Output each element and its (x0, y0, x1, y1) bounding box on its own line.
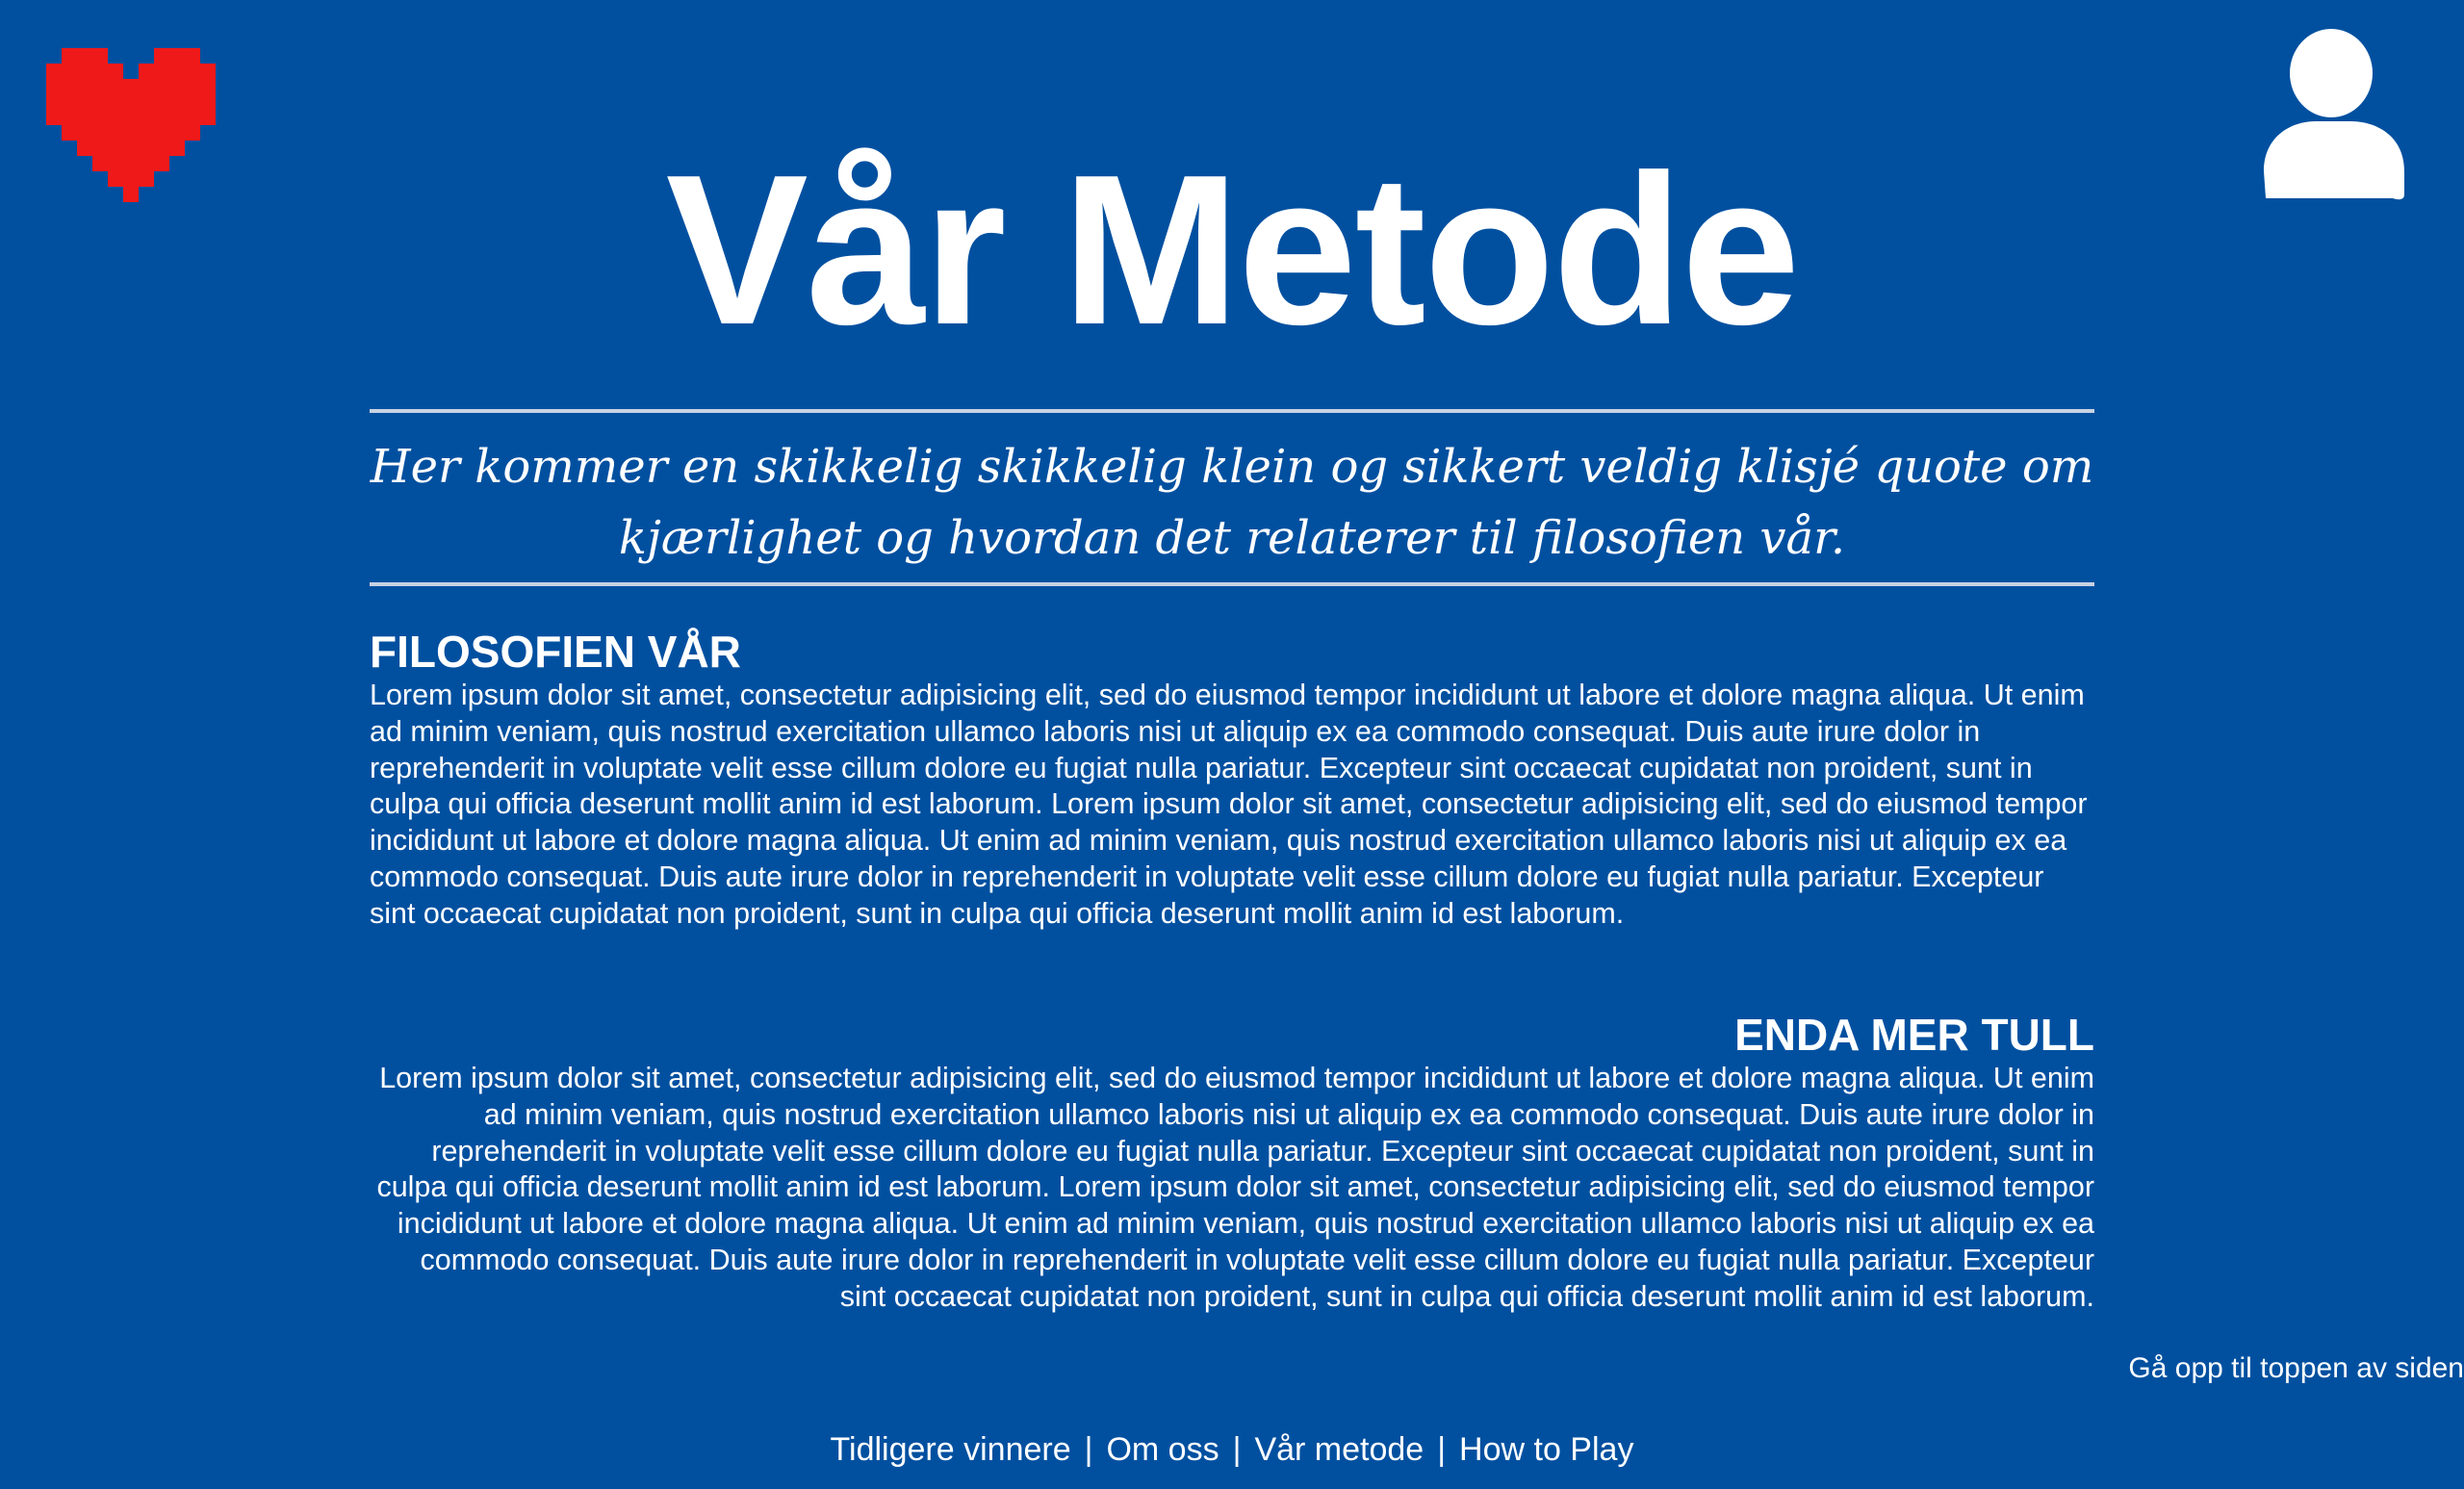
footer-nav: Tidligere vinnere | Om oss | Vår metode | How … (0, 1427, 2464, 1472)
footer-link-about-us[interactable]: Om oss (1106, 1431, 1219, 1468)
love-quote: Her kommer en skikkelig skikkelig klein … (370, 440, 2094, 565)
footer-link-how-to-play[interactable]: How to Play (1459, 1431, 1633, 1468)
section-heading-philosophy: FILOSOFIEN VÅR (370, 627, 741, 677)
quote-top-divider (370, 409, 2094, 413)
footer-separator: | (1437, 1431, 1447, 1468)
section-body-more-nonsense: Lorem ipsum dolor sit amet, consectetur … (376, 1062, 2094, 1313)
page-title: Vår Metode (665, 131, 1801, 370)
footer-link-previous-winners[interactable]: Tidligere vinnere (831, 1431, 1071, 1468)
more-nonsense-section: ENDA MER TULL Lorem ipsum dolor sit amet… (370, 1009, 2094, 1316)
footer-link-our-method[interactable]: Vår metode (1254, 1431, 1424, 1468)
philosophy-section: FILOSOFIEN VÅR Lorem ipsum dolor sit ame… (370, 626, 2094, 933)
section-body-philosophy: Lorem ipsum dolor sit amet, consectetur … (370, 679, 2088, 930)
footer-separator: | (1232, 1431, 1242, 1468)
footer-separator: | (1084, 1431, 1093, 1468)
section-heading-more-nonsense: ENDA MER TULL (1734, 1010, 2094, 1060)
back-to-top-link[interactable]: Gå opp til toppen av siden (2128, 1349, 2464, 1388)
quote-bottom-divider (370, 582, 2094, 586)
